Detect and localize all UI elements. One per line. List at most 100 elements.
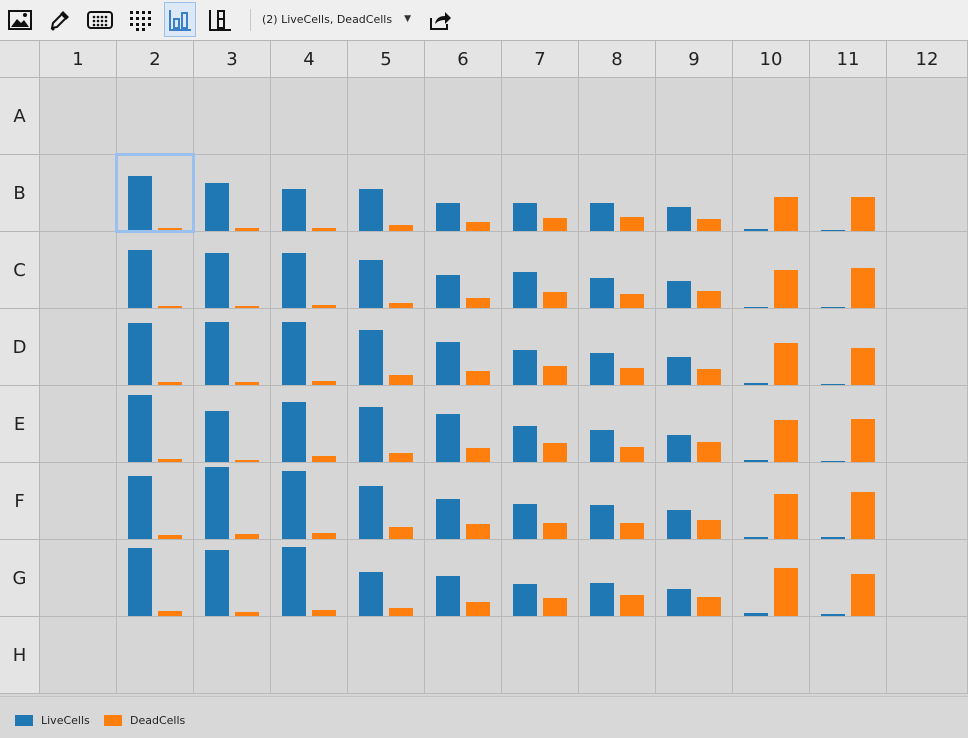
well-E10[interactable] — [733, 386, 810, 463]
well-D7[interactable] — [502, 309, 579, 386]
well-D10[interactable] — [733, 309, 810, 386]
well-A3[interactable] — [194, 78, 271, 155]
image-icon[interactable] — [4, 2, 36, 37]
well-F6[interactable] — [425, 463, 502, 540]
well-E4[interactable] — [271, 386, 348, 463]
well-H10[interactable] — [733, 617, 810, 694]
row-header-A[interactable]: A — [0, 78, 40, 155]
well-C9[interactable] — [656, 232, 733, 309]
column-header-7[interactable]: 7 — [502, 41, 579, 78]
well-G7[interactable] — [502, 540, 579, 617]
column-chart-icon[interactable] — [204, 2, 236, 37]
column-header-1[interactable]: 1 — [40, 41, 117, 78]
well-E5[interactable] — [348, 386, 425, 463]
well-F4[interactable] — [271, 463, 348, 540]
well-C5[interactable] — [348, 232, 425, 309]
row-header-D[interactable]: D — [0, 309, 40, 386]
well-C4[interactable] — [271, 232, 348, 309]
well-F2[interactable] — [117, 463, 194, 540]
well-E6[interactable] — [425, 386, 502, 463]
column-header-4[interactable]: 4 — [271, 41, 348, 78]
row-header-G[interactable]: G — [0, 540, 40, 617]
well-C10[interactable] — [733, 232, 810, 309]
well-H7[interactable] — [502, 617, 579, 694]
column-header-9[interactable]: 9 — [656, 41, 733, 78]
well-A10[interactable] — [733, 78, 810, 155]
well-A1[interactable] — [40, 78, 117, 155]
well-A4[interactable] — [271, 78, 348, 155]
well-D9[interactable] — [656, 309, 733, 386]
well-F5[interactable] — [348, 463, 425, 540]
well-B7[interactable] — [502, 155, 579, 232]
well-D8[interactable] — [579, 309, 656, 386]
well-G11[interactable] — [810, 540, 887, 617]
well-B4[interactable] — [271, 155, 348, 232]
well-G3[interactable] — [194, 540, 271, 617]
well-G5[interactable] — [348, 540, 425, 617]
well-B5[interactable] — [348, 155, 425, 232]
well-C1[interactable] — [40, 232, 117, 309]
well-H4[interactable] — [271, 617, 348, 694]
well-A6[interactable] — [425, 78, 502, 155]
well-G6[interactable] — [425, 540, 502, 617]
well-F11[interactable] — [810, 463, 887, 540]
column-header-11[interactable]: 11 — [810, 41, 887, 78]
well-A11[interactable] — [810, 78, 887, 155]
well-H11[interactable] — [810, 617, 887, 694]
well-G2[interactable] — [117, 540, 194, 617]
well-B8[interactable] — [579, 155, 656, 232]
well-G1[interactable] — [40, 540, 117, 617]
column-header-6[interactable]: 6 — [425, 41, 502, 78]
well-H5[interactable] — [348, 617, 425, 694]
well-E9[interactable] — [656, 386, 733, 463]
chevron-down-icon[interactable]: ▼ — [404, 14, 411, 24]
well-D12[interactable] — [887, 309, 968, 386]
well-C7[interactable] — [502, 232, 579, 309]
well-B10[interactable] — [733, 155, 810, 232]
well-A8[interactable] — [579, 78, 656, 155]
well-C8[interactable] — [579, 232, 656, 309]
well-F3[interactable] — [194, 463, 271, 540]
row-header-B[interactable]: B — [0, 155, 40, 232]
column-header-8[interactable]: 8 — [579, 41, 656, 78]
well-B11[interactable] — [810, 155, 887, 232]
well-E3[interactable] — [194, 386, 271, 463]
well-B9[interactable] — [656, 155, 733, 232]
well-D3[interactable] — [194, 309, 271, 386]
column-header-5[interactable]: 5 — [348, 41, 425, 78]
well-A9[interactable] — [656, 78, 733, 155]
column-header-10[interactable]: 10 — [733, 41, 810, 78]
well-E1[interactable] — [40, 386, 117, 463]
well-A12[interactable] — [887, 78, 968, 155]
row-header-F[interactable]: F — [0, 463, 40, 540]
well-F12[interactable] — [887, 463, 968, 540]
well-E12[interactable] — [887, 386, 968, 463]
plate-icon[interactable] — [84, 2, 116, 37]
well-B1[interactable] — [40, 155, 117, 232]
column-header-3[interactable]: 3 — [194, 41, 271, 78]
row-header-C[interactable]: C — [0, 232, 40, 309]
well-C12[interactable] — [887, 232, 968, 309]
row-header-E[interactable]: E — [0, 386, 40, 463]
well-H9[interactable] — [656, 617, 733, 694]
export-icon[interactable] — [424, 2, 456, 37]
well-H2[interactable] — [117, 617, 194, 694]
column-header-2[interactable]: 2 — [117, 41, 194, 78]
well-E7[interactable] — [502, 386, 579, 463]
well-E11[interactable] — [810, 386, 887, 463]
well-H6[interactable] — [425, 617, 502, 694]
well-B3[interactable] — [194, 155, 271, 232]
well-B12[interactable] — [887, 155, 968, 232]
well-G10[interactable] — [733, 540, 810, 617]
column-header-12[interactable]: 12 — [887, 41, 968, 78]
measurement-selector[interactable]: (2) LiveCells, DeadCells ▼ — [262, 8, 411, 30]
well-A2[interactable] — [117, 78, 194, 155]
well-D11[interactable] — [810, 309, 887, 386]
well-H1[interactable] — [40, 617, 117, 694]
well-D6[interactable] — [425, 309, 502, 386]
dropper-icon[interactable] — [44, 2, 76, 37]
well-H12[interactable] — [887, 617, 968, 694]
well-C6[interactable] — [425, 232, 502, 309]
well-F1[interactable] — [40, 463, 117, 540]
well-A5[interactable] — [348, 78, 425, 155]
